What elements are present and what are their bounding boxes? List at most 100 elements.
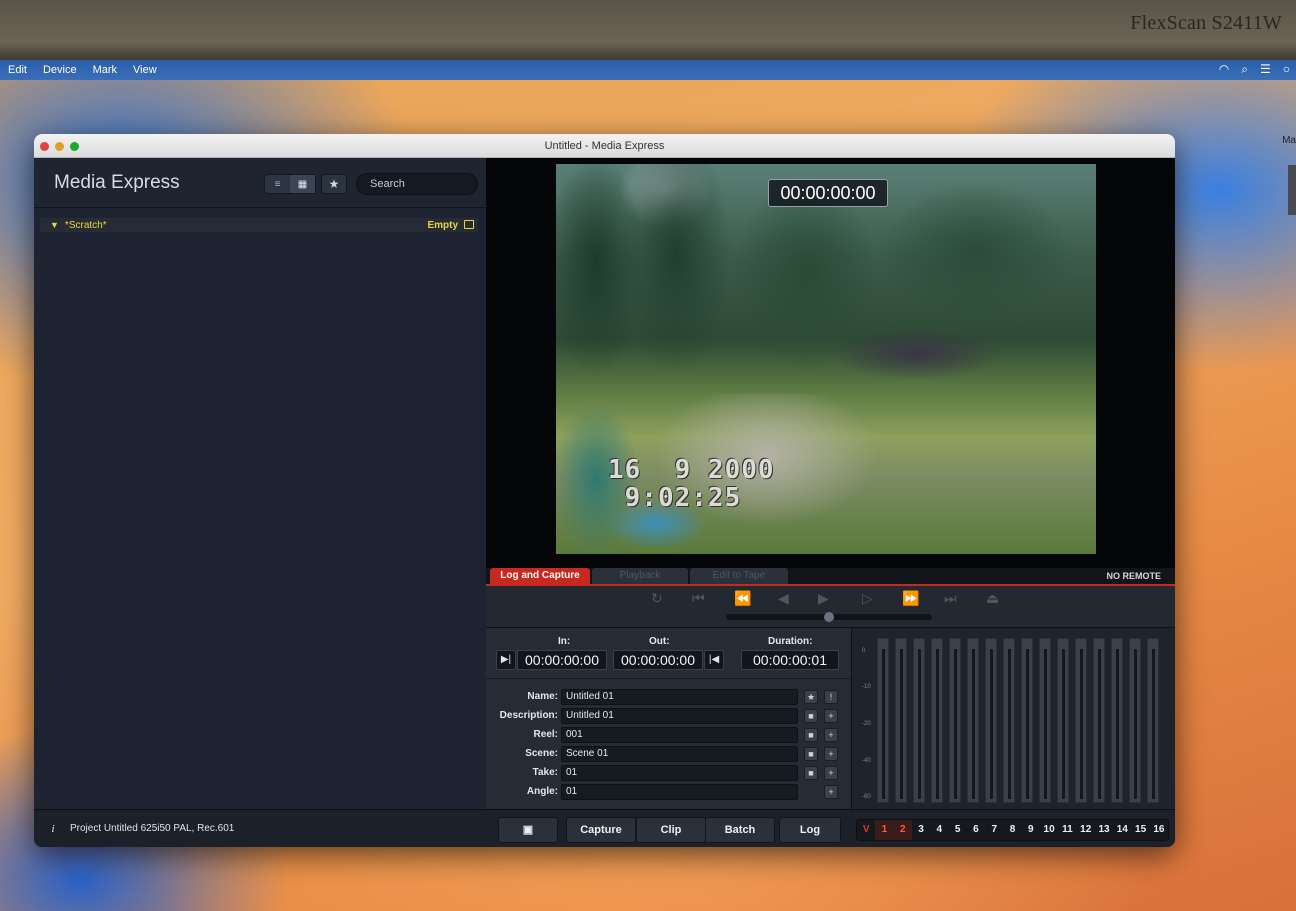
channel-toggle[interactable]: 5 bbox=[948, 820, 966, 840]
go-to-end-icon[interactable]: ⏭ bbox=[944, 590, 957, 607]
wifi-icon[interactable]: ◠ bbox=[1219, 62, 1229, 77]
desktop-icon[interactable] bbox=[1288, 165, 1296, 215]
in-timecode[interactable]: 00:00:00:00 bbox=[517, 650, 607, 670]
star-icon[interactable]: ★ bbox=[804, 690, 818, 704]
mark-out-button[interactable]: |◀ bbox=[704, 650, 724, 670]
meter-scale-label: -10 bbox=[862, 684, 871, 690]
tab-playback[interactable]: Playback bbox=[592, 568, 688, 584]
channel-toggle[interactable]: 16 bbox=[1150, 820, 1168, 840]
scene-lock-icon[interactable]: ■ bbox=[804, 747, 818, 761]
meter-scale-label: -60 bbox=[862, 794, 871, 800]
channel-toggle[interactable]: 13 bbox=[1095, 820, 1113, 840]
channel-toggle[interactable]: 12 bbox=[1077, 820, 1095, 840]
reel-increment-icon[interactable]: + bbox=[824, 728, 838, 742]
star-icon[interactable]: ★ bbox=[321, 174, 347, 194]
description-increment-icon[interactable]: + bbox=[824, 709, 838, 723]
jog-shuttle-slider[interactable] bbox=[726, 612, 932, 622]
log-panel: In: Out: Duration: ▶| 00:00:00:00 00:00:… bbox=[486, 628, 851, 809]
mode-tab-bar: Log and Capture Playback Edit to Tape NO… bbox=[486, 568, 1175, 586]
jog-shuttle-knob[interactable] bbox=[824, 612, 834, 622]
channel-toggle[interactable]: 15 bbox=[1131, 820, 1149, 840]
tab-log-and-capture[interactable]: Log and Capture bbox=[490, 568, 590, 584]
take-lock-icon[interactable]: ■ bbox=[804, 766, 818, 780]
meter-scale-label: -40 bbox=[862, 758, 871, 764]
siri-icon[interactable]: ○ bbox=[1283, 62, 1290, 77]
menu-edit[interactable]: Edit bbox=[8, 64, 27, 76]
reel-field[interactable]: 001 bbox=[561, 727, 798, 743]
search-input[interactable]: Search bbox=[356, 173, 478, 195]
angle-increment-icon[interactable]: + bbox=[824, 785, 838, 799]
audio-meter bbox=[1147, 638, 1159, 803]
control-center-icon[interactable]: ☰ bbox=[1260, 62, 1271, 77]
channel-toggle[interactable]: 3 bbox=[912, 820, 930, 840]
rewind-icon[interactable]: ⏪ bbox=[734, 590, 751, 607]
tab-edit-to-tape[interactable]: Edit to Tape bbox=[690, 568, 788, 584]
video-frame: 16 9 2000 9:02:25 bbox=[556, 164, 1096, 554]
camera-icon[interactable]: ▣ bbox=[498, 817, 558, 843]
angle-field[interactable]: 01 bbox=[561, 784, 798, 800]
batch-button[interactable]: Batch bbox=[705, 817, 775, 843]
video-preview-area: 16 9 2000 9:02:25 00:00:00:00 bbox=[486, 158, 1175, 568]
step-forward-icon[interactable]: ▷ bbox=[862, 590, 873, 607]
duration-timecode: 00:00:00:01 bbox=[741, 650, 839, 670]
scene-field[interactable]: Scene 01 bbox=[561, 746, 798, 762]
reel-lock-icon[interactable]: ■ bbox=[804, 728, 818, 742]
eject-icon[interactable]: ⏏ bbox=[986, 590, 999, 607]
channel-toggle[interactable]: 4 bbox=[930, 820, 948, 840]
audio-meter bbox=[1003, 638, 1015, 803]
disclosure-triangle-icon[interactable]: ▼ bbox=[50, 220, 59, 230]
window-title: Untitled - Media Express bbox=[544, 140, 665, 152]
channel-toggle[interactable]: 8 bbox=[1003, 820, 1021, 840]
menu-mark[interactable]: Mark bbox=[93, 64, 117, 76]
audio-meter bbox=[1111, 638, 1123, 803]
window-titlebar[interactable]: Untitled - Media Express bbox=[34, 134, 1175, 158]
desktop-icon-label[interactable]: Ma bbox=[1282, 135, 1296, 146]
mark-in-button[interactable]: ▶| bbox=[496, 650, 516, 670]
step-back-icon[interactable]: ◀ bbox=[778, 590, 789, 607]
channel-toggle[interactable]: 2 bbox=[893, 820, 912, 840]
menu-view[interactable]: View bbox=[133, 64, 157, 76]
channel-toggle[interactable]: 10 bbox=[1040, 820, 1058, 840]
go-to-start-icon[interactable]: ⏮ bbox=[692, 590, 705, 607]
list-view-icon[interactable]: ≡ bbox=[265, 175, 290, 193]
audio-meters: 0 -10 -20 -40 -60 bbox=[851, 628, 1175, 809]
loop-icon[interactable]: ↻ bbox=[651, 590, 663, 607]
fast-forward-icon[interactable]: ⏩ bbox=[902, 590, 919, 607]
channel-video-toggle[interactable]: V bbox=[857, 820, 875, 840]
name-field[interactable]: Untitled 01 bbox=[561, 689, 798, 705]
channel-toggle[interactable]: 7 bbox=[985, 820, 1003, 840]
channel-toggle[interactable]: 6 bbox=[967, 820, 985, 840]
bottom-bar: i Project Untitled 625i50 PAL, Rec.601 ▣… bbox=[34, 809, 1175, 847]
info-icon[interactable]: i bbox=[46, 822, 60, 836]
log-button[interactable]: Log bbox=[779, 817, 841, 843]
search-icon[interactable]: ⌕ bbox=[1241, 62, 1248, 77]
out-timecode[interactable]: 00:00:00:00 bbox=[613, 650, 703, 670]
menu-status-icons: ◠ ⌕ ☰ ○ bbox=[1219, 62, 1290, 77]
channel-toggle[interactable]: 9 bbox=[1022, 820, 1040, 840]
channel-toggle[interactable]: 14 bbox=[1113, 820, 1131, 840]
description-lock-icon[interactable]: ■ bbox=[804, 709, 818, 723]
clip-button[interactable]: Clip bbox=[636, 817, 706, 843]
burned-in-date: 16 9 2000 bbox=[608, 455, 775, 485]
alert-icon[interactable]: ! bbox=[824, 690, 838, 704]
channel-toggle[interactable]: 11 bbox=[1058, 820, 1076, 840]
capture-button[interactable]: Capture bbox=[566, 817, 636, 843]
media-express-window: Untitled - Media Express Media Express ≡… bbox=[34, 134, 1175, 847]
in-label: In: bbox=[558, 636, 571, 647]
media-bin-pane: Media Express ≡ ▦ ★ Search ▼ *Scratch* E… bbox=[34, 158, 486, 809]
take-increment-icon[interactable]: + bbox=[824, 766, 838, 780]
take-field[interactable]: 01 bbox=[561, 765, 798, 781]
audio-meter bbox=[1021, 638, 1033, 803]
audio-meter bbox=[1075, 638, 1087, 803]
scratch-bin-row[interactable]: ▼ *Scratch* Empty bbox=[40, 218, 478, 232]
menu-device[interactable]: Device bbox=[43, 64, 77, 76]
monitor-brand-label: FlexScan S2411W bbox=[1130, 12, 1282, 34]
description-field[interactable]: Untitled 01 bbox=[561, 708, 798, 724]
duration-label: Duration: bbox=[768, 636, 813, 647]
play-icon[interactable]: ▶ bbox=[818, 590, 829, 607]
audio-meter bbox=[1129, 638, 1141, 803]
scene-increment-icon[interactable]: + bbox=[824, 747, 838, 761]
channel-toggle[interactable]: 1 bbox=[875, 820, 894, 840]
audio-meter bbox=[895, 638, 907, 803]
grid-view-icon[interactable]: ▦ bbox=[290, 175, 315, 193]
